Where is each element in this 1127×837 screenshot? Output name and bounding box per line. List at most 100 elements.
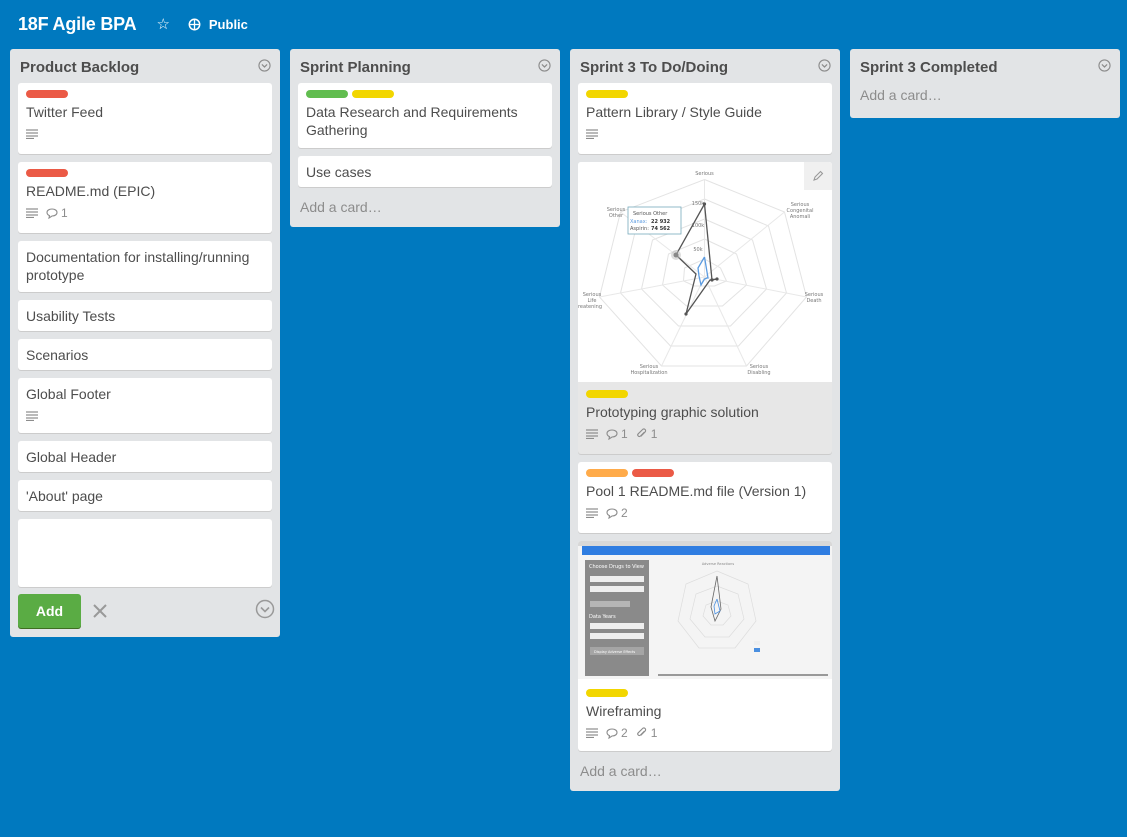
card-title: README.md (EPIC) (26, 183, 156, 199)
card[interactable]: Global Footer (18, 378, 272, 433)
star-icon[interactable]: ☆ (156, 17, 169, 32)
label-orange (586, 469, 628, 477)
comment-count: 1 (621, 427, 628, 441)
card-title: Global Header (26, 449, 117, 465)
visibility-button[interactable]: Public (188, 17, 248, 32)
new-card-textarea[interactable] (18, 519, 272, 587)
card[interactable]: Twitter Feed (18, 83, 272, 154)
card[interactable]: Choose Drugs to View Data Years Display … (578, 541, 832, 751)
add-card-link[interactable]: Add a card… (290, 195, 560, 227)
card[interactable]: Scenarios (18, 339, 272, 370)
list-title[interactable]: Sprint 3 To Do/Doing (580, 59, 728, 76)
card[interactable]: Use cases (298, 156, 552, 187)
label-green (306, 90, 348, 98)
card-badges (26, 127, 264, 141)
list-title[interactable]: Product Backlog (20, 59, 139, 76)
paperclip-icon (636, 428, 646, 438)
card[interactable]: Data Research and Requirements Gathering (298, 83, 552, 148)
comment-badge: 2 (606, 506, 628, 520)
comment-icon (606, 428, 618, 440)
add-card-link[interactable]: Add a card… (570, 759, 840, 791)
card-composer-controls: Add (10, 593, 280, 637)
paperclip-icon (636, 727, 646, 737)
add-card-link[interactable]: Add a card… (850, 83, 1120, 118)
card-cover-image: Choose Drugs to View Data Years Display … (578, 541, 832, 679)
svg-text:reatening: reatening (578, 304, 602, 310)
list-title[interactable]: Sprint 3 Completed (860, 59, 998, 76)
composer-options-icon[interactable] (255, 599, 275, 619)
description-icon (26, 129, 38, 139)
card-badges: 2 (586, 506, 824, 520)
comment-count: 1 (61, 206, 68, 220)
comment-icon (606, 727, 618, 739)
wireframe-screenshot-thumbnail: Choose Drugs to View Data Years Display … (578, 541, 832, 679)
card-badges: 1 (26, 206, 264, 220)
card-title: 'About' page (26, 488, 103, 504)
card-badges (586, 127, 824, 141)
attachment-count: 1 (650, 726, 658, 740)
card-title: Prototyping graphic solution (586, 404, 759, 420)
list-menu-icon[interactable] (538, 59, 551, 72)
svg-text:Aspirin:: Aspirin: (630, 226, 649, 232)
list-menu-icon[interactable] (258, 59, 271, 72)
card[interactable]: 'About' page (18, 480, 272, 511)
comment-badge: 2 (606, 726, 628, 740)
card[interactable]: README.md (EPIC) 1 (18, 162, 272, 233)
comment-badge: 1 (46, 206, 68, 220)
label-red (632, 469, 674, 477)
description-icon (586, 129, 598, 139)
comment-icon (606, 507, 618, 519)
description-icon (586, 508, 598, 518)
label-yellow (586, 390, 628, 398)
svg-text:Xanax:: Xanax: (630, 219, 648, 225)
comment-badge: 1 (606, 427, 628, 441)
card[interactable]: Serious Serious Congenital Anomali Serio… (578, 162, 832, 454)
svg-text:22 932: 22 932 (651, 219, 671, 225)
list-header: Sprint 3 To Do/Doing (570, 49, 840, 83)
edit-card-button[interactable] (804, 162, 832, 190)
close-icon[interactable] (91, 602, 109, 620)
attachment-count: 1 (650, 427, 658, 441)
card-title: Wireframing (586, 703, 662, 719)
svg-text:74 562: 74 562 (651, 226, 671, 232)
label-yellow (352, 90, 394, 98)
card-title: Global Footer (26, 386, 111, 402)
list-title[interactable]: Sprint Planning (300, 59, 411, 76)
radar-axis-label: Serious (695, 171, 714, 177)
list-product-backlog: Product Backlog Twitter Feed README.md (… (10, 49, 280, 637)
label-red (26, 169, 68, 177)
list-sprint-planning: Sprint Planning Data Research and Requir… (290, 49, 560, 227)
card-title: Pool 1 README.md file (Version 1) (586, 483, 807, 499)
visibility-label: Public (208, 16, 248, 32)
board-title[interactable]: 18F Agile BPA (18, 14, 137, 35)
radar-tick-label: 150k (692, 201, 705, 207)
add-card-button[interactable]: Add (18, 594, 81, 628)
card[interactable]: Pool 1 README.md file (Version 1) 2 (578, 462, 832, 533)
list-header: Product Backlog (10, 49, 280, 83)
card[interactable]: Global Header (18, 441, 272, 472)
globe-icon (188, 18, 201, 30)
list-menu-icon[interactable] (818, 59, 831, 72)
description-icon (586, 429, 598, 439)
list-header: Sprint 3 Completed (850, 49, 1120, 83)
card-cover-image: Serious Serious Congenital Anomali Serio… (578, 162, 832, 382)
attachment-badge: 1 (636, 726, 658, 740)
comment-icon (46, 207, 58, 219)
label-yellow (586, 689, 628, 697)
list-menu-icon[interactable] (1098, 59, 1111, 72)
radar-tooltip: Serious Other Xanax: 22 932 Aspirin: 74 … (627, 206, 682, 235)
card[interactable]: Usability Tests (18, 300, 272, 331)
wireframe-display-button: Display Adverse Effects (594, 650, 635, 654)
svg-text:Other: Other (609, 213, 624, 219)
svg-text:Hospitalization: Hospitalization (630, 370, 667, 376)
card[interactable]: Pattern Library / Style Guide (578, 83, 832, 154)
card-badges: 1 1 (586, 427, 824, 441)
board-header: 18F Agile BPA ☆ Public (0, 0, 1127, 48)
list-sprint-3-completed: Sprint 3 Completed Add a card… (850, 49, 1120, 118)
wireframe-chart-title: Adverse Reactions (702, 562, 735, 566)
card-title: Use cases (306, 164, 372, 180)
card[interactable]: Documentation for installing/running pro… (18, 241, 272, 292)
wireframe-years-label: Data Years (589, 614, 616, 620)
svg-text:Serious Other: Serious Other (633, 211, 668, 217)
card-title: Pattern Library / Style Guide (586, 104, 762, 120)
